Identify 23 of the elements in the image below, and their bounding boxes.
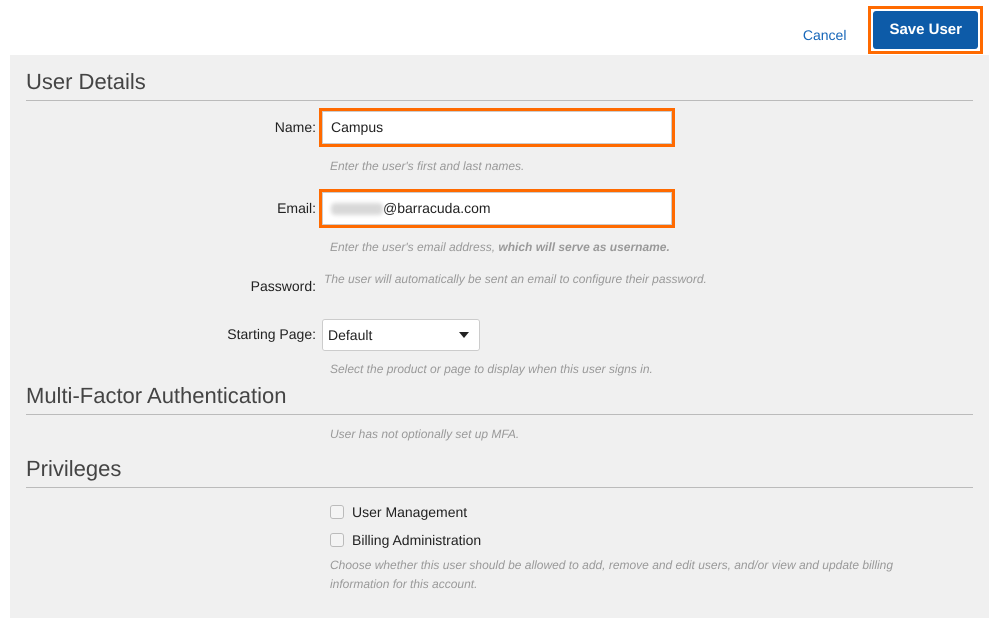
section-heading: User Details [26,69,147,95]
field-label: Starting Page: [227,326,316,342]
help-text: User has not optionally set up MFA. [330,426,520,443]
checkbox-label: User Management [352,502,468,522]
checkbox[interactable] [330,505,344,519]
help-text: The user will automatically be sent an email to configure their password. [323,271,707,287]
checkbox[interactable] [330,533,344,547]
cancel-link[interactable]: Cancel [802,25,846,46]
field-label: Name: [274,118,316,134]
field-label: Password: [250,278,316,294]
starting-page-dropdown[interactable]: Default [322,319,480,351]
name-field[interactable]: Campus [322,111,672,144]
save-user-button[interactable]: Save User [873,11,978,49]
checkbox-label: Billing Administration [352,530,482,550]
caret-icon [459,332,469,338]
help-text: Select the product or page to display when this user signs in. [330,361,654,377]
field-label: Email: [277,200,316,216]
help-text: Enter the user's first and last names. [330,158,526,174]
section-heading: Privileges [26,456,122,482]
section-heading: Multi-Factor Authentication [26,383,288,409]
help-text: Enter the user's email address, which will serve as username. [330,239,671,255]
email-field[interactable]: @barracuda.com [322,192,672,225]
help-text: Choose whether this user should be allowed to add, remove and edit users, and/or view and update billing information for this account. [330,557,894,593]
